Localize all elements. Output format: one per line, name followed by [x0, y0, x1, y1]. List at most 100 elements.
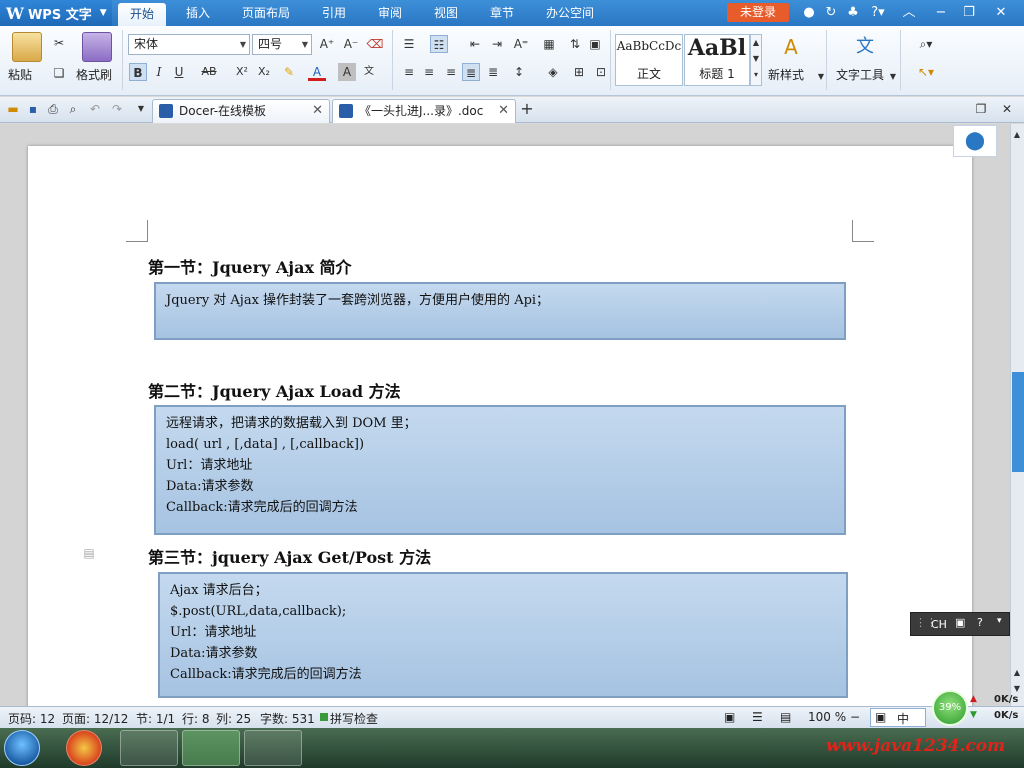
table-icon[interactable]: ▦ — [540, 35, 558, 53]
italic-button[interactable]: I — [150, 63, 168, 81]
app-icon-taskbar[interactable] — [66, 730, 102, 766]
redo-icon[interactable]: ↷ — [108, 100, 126, 118]
style-heading-1[interactable]: AaBl 标题 1 — [684, 34, 750, 86]
text-direction-icon[interactable]: A⁼ — [512, 35, 530, 53]
print-preview-icon[interactable]: ⌕ — [64, 100, 82, 118]
new-style-icon[interactable]: A — [778, 34, 804, 60]
ime-language[interactable]: CH — [931, 618, 947, 631]
section-box-3[interactable]: Ajax 请求后台； $.post(URL,data,callback); Ur… — [158, 572, 848, 698]
page-view-icon[interactable]: ▣ — [724, 710, 735, 724]
sort-icon[interactable]: ⇅ — [566, 35, 584, 53]
scrollbar-thumb[interactable] — [1012, 372, 1024, 472]
status-section[interactable]: 节: 1/1 — [136, 710, 175, 727]
ime-settings-icon[interactable]: ▣ — [955, 616, 965, 629]
bold-button[interactable]: B — [129, 63, 147, 81]
location-pin-icon[interactable]: ⬤ — [953, 125, 997, 157]
tab-start[interactable]: 开始 — [118, 3, 166, 26]
decrease-indent-icon[interactable]: ⇤ — [466, 35, 484, 53]
underline-button[interactable]: U — [170, 63, 188, 81]
tab-chapter[interactable]: 章节 — [482, 0, 522, 26]
document-page[interactable]: 第一节：Jquery Ajax 简介 Jquery 对 Ajax 操作封装了一套… — [28, 146, 972, 706]
ime-toolbar[interactable]: ⋮⋮ CH ▣ ? ▾ — [910, 612, 1010, 636]
section-line[interactable]: $.post(URL,data,callback); — [170, 601, 836, 622]
section-box-1[interactable]: Jquery 对 Ajax 操作封装了一套跨浏览器，方便用户使用的 Api； — [154, 282, 846, 340]
highlight-icon[interactable]: ✎ — [280, 63, 298, 81]
save-icon[interactable]: ▪ — [24, 100, 42, 118]
char-shading-icon[interactable]: A — [338, 63, 356, 81]
minimize-icon[interactable]: − — [932, 4, 950, 22]
show-marks-icon[interactable]: ▣ — [586, 35, 604, 53]
section-line[interactable]: 远程请求，把请求的数据载入到 DOM 里； — [166, 413, 834, 434]
style-scroll-icon[interactable]: ▲ ▼ ▾ — [750, 34, 762, 86]
restore-icon[interactable]: ❐ — [960, 4, 978, 22]
login-button[interactable]: 未登录 — [727, 3, 789, 22]
section-heading-1[interactable]: 第一节：Jquery Ajax 简介 — [148, 254, 352, 278]
tab-insert[interactable]: 插入 — [178, 0, 218, 26]
cut-icon[interactable]: ✂ — [50, 34, 68, 52]
copy-icon[interactable]: ❏ — [50, 64, 68, 82]
close-icon[interactable]: ✕ — [992, 4, 1010, 22]
section-heading-2[interactable]: 第二节：Jquery Ajax Load 方法 — [148, 378, 401, 402]
undo-icon[interactable]: ↶ — [86, 100, 104, 118]
refresh-icon[interactable]: ↻ — [822, 4, 840, 22]
tab-view[interactable]: 视图 — [426, 0, 466, 26]
section-line[interactable]: Url：请求地址 — [166, 455, 834, 476]
open-folder-icon[interactable]: ▬ — [4, 100, 22, 118]
new-style-button[interactable]: 新样式 — [768, 66, 804, 83]
font-name-select[interactable]: 宋体 ▼ — [128, 34, 250, 55]
status-page-count[interactable]: 页面: 12/12 — [62, 710, 128, 727]
section-heading-3[interactable]: 第三节：jquery Ajax Get/Post 方法 — [148, 544, 431, 568]
document-canvas[interactable]: 第一节：Jquery Ajax 简介 Jquery 对 Ajax 操作封装了一套… — [0, 124, 1010, 706]
format-painter-icon[interactable] — [82, 32, 112, 62]
tab-references[interactable]: 引用 — [314, 0, 354, 26]
font-size-select[interactable]: 四号 ▼ — [252, 34, 312, 55]
zoom-out-icon[interactable]: − — [850, 710, 860, 724]
distribute-icon[interactable]: ≣ — [484, 63, 502, 81]
bullet-list-icon[interactable]: ☰ — [400, 35, 418, 53]
border-icon[interactable]: ⊞ — [570, 63, 588, 81]
scroll-up-icon[interactable]: ▲ — [1011, 126, 1023, 144]
app-menu-button[interactable]: W WPS 文字 ▼ — [0, 0, 112, 26]
skin-icon[interactable]: ♣ — [844, 4, 862, 22]
increase-indent-icon[interactable]: ⇥ — [488, 35, 506, 53]
ime-help-icon[interactable]: ? — [977, 616, 983, 629]
status-page-number[interactable]: 页码: 12 — [8, 710, 55, 727]
section-line[interactable]: Data:请求参数 — [166, 476, 834, 497]
taskbar-app-2[interactable] — [120, 730, 178, 766]
taskbar-app-3[interactable] — [182, 730, 240, 766]
taskbar-wps-writer[interactable] — [244, 730, 302, 766]
web-view-icon[interactable]: ▤ — [780, 710, 791, 724]
start-button[interactable] — [4, 730, 40, 766]
style-normal[interactable]: AaBbCcDc 正文 — [615, 34, 683, 86]
cloud-icon[interactable]: ● — [800, 4, 818, 22]
align-right-icon[interactable]: ≡ — [442, 63, 460, 81]
more-border-icon[interactable]: ⊡ — [592, 63, 610, 81]
font-color-icon[interactable]: A — [308, 63, 326, 81]
align-center-icon[interactable]: ≡ — [420, 63, 438, 81]
close-tab-icon[interactable]: ✕ — [312, 100, 323, 122]
text-tools-button[interactable]: 文字工具 — [836, 66, 884, 83]
status-word-count[interactable]: 字数: 531 — [260, 710, 315, 727]
shrink-font-icon[interactable]: A⁻ — [342, 35, 360, 53]
collapse-ribbon-icon[interactable]: ︿ — [900, 4, 918, 22]
tab-close-all-icon[interactable]: ✕ — [998, 100, 1016, 118]
format-painter-button[interactable]: 格式刷 — [76, 66, 112, 83]
select-icon[interactable]: ↖▾ — [912, 63, 940, 81]
tab-current-document[interactable]: 《一头扎进J...录》.doc ✕ — [332, 99, 516, 123]
help-icon[interactable]: ?▾ — [866, 4, 890, 22]
superscript-button[interactable]: X² — [232, 63, 252, 81]
grow-font-icon[interactable]: A⁺ — [318, 35, 336, 53]
tab-docer-templates[interactable]: Docer-在线模板 ✕ — [152, 99, 330, 123]
vertical-scrollbar[interactable]: ▲ ▲ ▼ — [1010, 124, 1024, 706]
tab-page-layout[interactable]: 页面布局 — [236, 0, 296, 26]
outline-view-icon[interactable]: ☰ — [752, 710, 763, 724]
zoom-level[interactable]: 100 % — [808, 710, 846, 724]
clear-format-icon[interactable]: ⌫ — [366, 35, 384, 53]
ime-status-box[interactable]: ▣ 中 — [870, 708, 926, 727]
numbered-list-icon[interactable]: ☷ — [430, 35, 448, 53]
find-replace-icon[interactable]: ⌕▾ — [912, 35, 940, 53]
section-line[interactable]: load( url , [,data] , [,callback]) — [166, 434, 834, 455]
section-box-2[interactable]: 远程请求，把请求的数据载入到 DOM 里； load( url , [,data… — [154, 405, 846, 535]
print-icon[interactable]: ⎙ — [44, 100, 62, 118]
section-line[interactable]: Url：请求地址 — [170, 622, 836, 643]
